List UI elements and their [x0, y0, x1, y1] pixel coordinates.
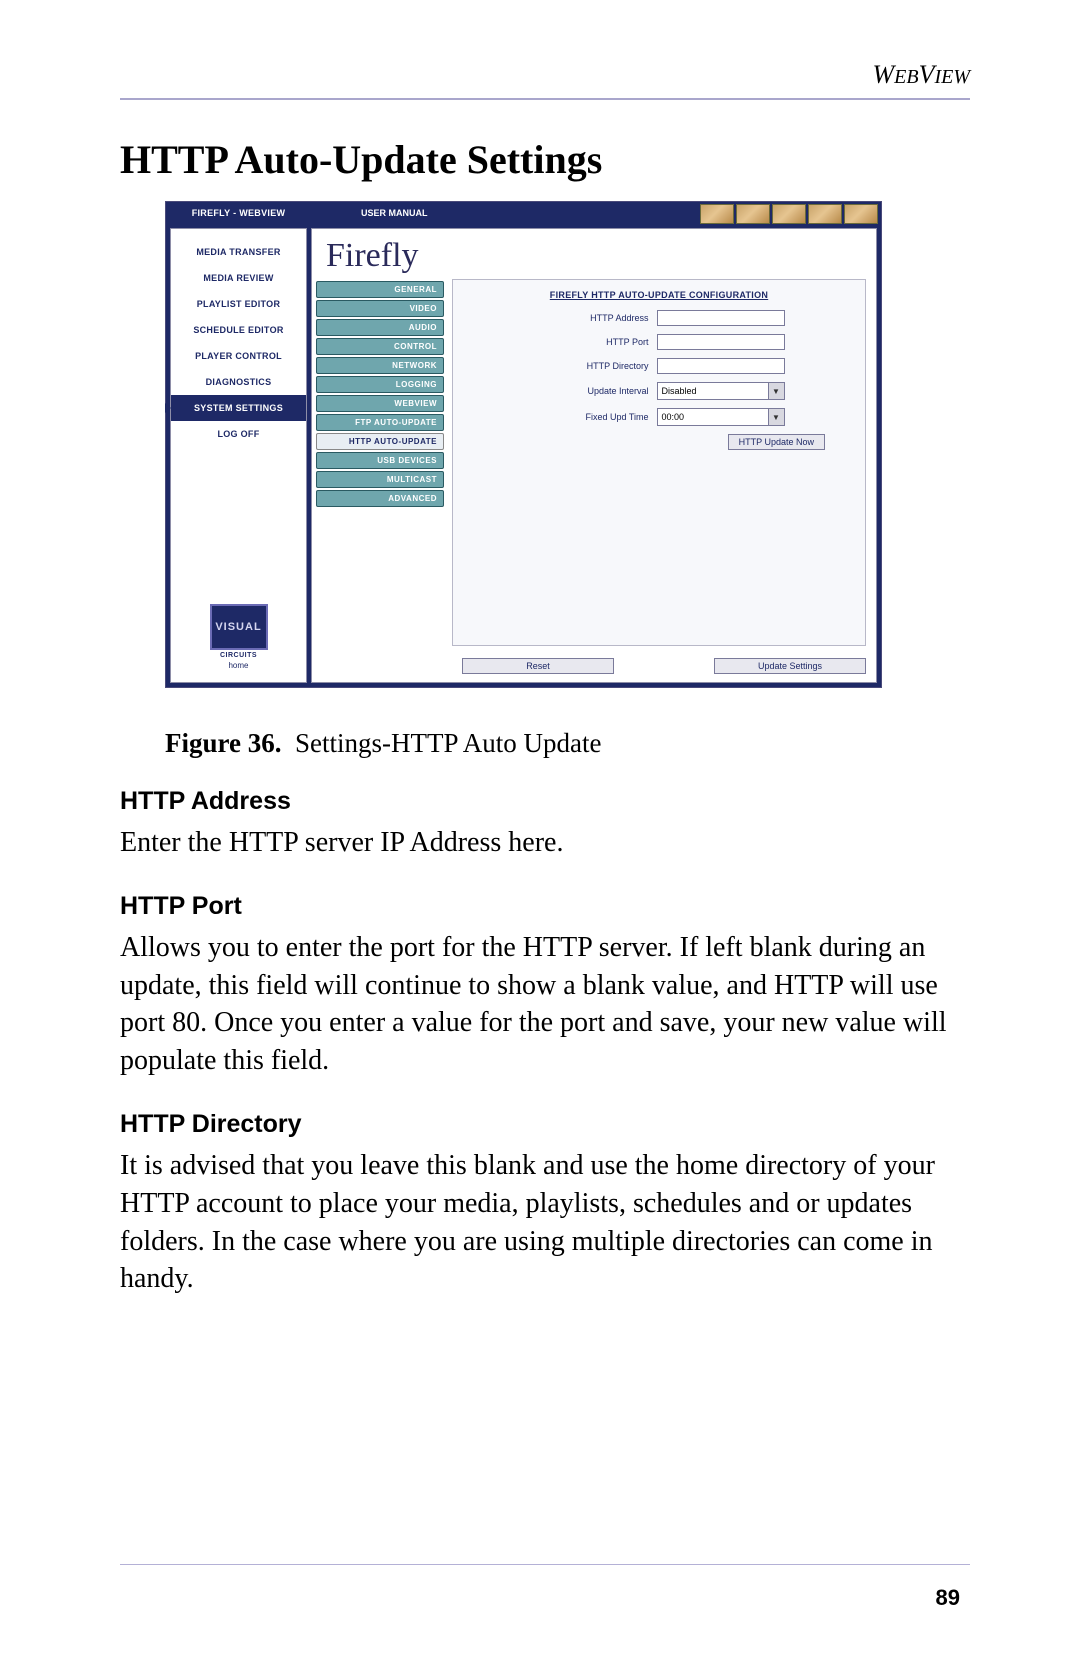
select-update-interval-value: Disabled — [662, 386, 697, 396]
para-http-address: Enter the HTTP server IP Address here. — [120, 824, 970, 862]
input-http-directory[interactable] — [657, 358, 785, 374]
subtab-advanced[interactable]: ADVANCED — [316, 490, 444, 507]
para-http-directory: It is advised that you leave this blank … — [120, 1147, 970, 1298]
label-fixed-upd-time: Fixed Upd Time — [534, 412, 649, 422]
input-http-port[interactable] — [657, 334, 785, 350]
logo-main: VISUAL — [210, 604, 268, 650]
sidebar-item-playlist-editor[interactable]: PLAYLIST EDITOR — [171, 291, 306, 317]
select-fixed-upd-time-value: 00:00 — [662, 412, 685, 422]
sidebar-item-system-settings[interactable]: SYSTEM SETTINGS — [171, 395, 306, 421]
footer-rule — [120, 1564, 970, 1565]
logo-sub: CIRCUITS — [210, 652, 268, 659]
subtab-control[interactable]: CONTROL — [316, 338, 444, 355]
running-header: WEBVIEW — [120, 60, 970, 90]
input-http-address[interactable] — [657, 310, 785, 326]
brand-name: Firefly — [326, 237, 419, 274]
subtab-http-auto-update[interactable]: HTTP AUTO-UPDATE — [316, 433, 444, 450]
form-title: FIREFLY HTTP AUTO-UPDATE CONFIGURATION — [467, 290, 851, 300]
http-update-now-button[interactable]: HTTP Update Now — [728, 434, 825, 450]
heading-http-directory: HTTP Directory — [120, 1110, 970, 1139]
page-number: 89 — [936, 1585, 960, 1611]
section-title: HTTP Auto-Update Settings — [120, 136, 970, 183]
heading-http-address: HTTP Address — [120, 787, 970, 816]
sidebar: MEDIA TRANSFER MEDIA REVIEW PLAYLIST EDI… — [170, 228, 307, 683]
sidebar-item-media-transfer[interactable]: MEDIA TRANSFER — [171, 239, 306, 265]
header-thumbnails — [697, 202, 881, 224]
visual-circuits-logo[interactable]: VISUAL CIRCUITS home — [210, 604, 268, 670]
subtab-general[interactable]: GENERAL — [316, 281, 444, 298]
figure-screenshot: FIREFLY - WEBVIEW USER MANUAL MEDIA TRAN… — [165, 201, 970, 688]
subtab-audio[interactable]: AUDIO — [316, 319, 444, 336]
subtab-video[interactable]: VIDEO — [316, 300, 444, 317]
main-panel: Firefly GENERAL VIDEO AUDIO CONTROL NETW… — [311, 228, 877, 683]
webview-app: FIREFLY - WEBVIEW USER MANUAL MEDIA TRAN… — [165, 201, 882, 688]
label-http-directory: HTTP Directory — [534, 361, 649, 371]
label-update-interval: Update Interval — [534, 386, 649, 396]
sidebar-item-diagnostics[interactable]: DIAGNOSTICS — [171, 369, 306, 395]
sidebar-item-player-control[interactable]: PLAYER CONTROL — [171, 343, 306, 369]
subtab-ftp-auto-update[interactable]: FTP AUTO-UPDATE — [316, 414, 444, 431]
header-rule — [120, 98, 970, 100]
heading-http-port: HTTP Port — [120, 892, 970, 921]
subtab-network[interactable]: NETWORK — [316, 357, 444, 374]
select-update-interval[interactable]: Disabled ▼ — [657, 382, 785, 400]
settings-subtabs: GENERAL VIDEO AUDIO CONTROL NETWORK LOGG… — [316, 279, 444, 646]
figure-text: Settings-HTTP Auto Update — [295, 728, 601, 758]
subtab-multicast[interactable]: MULTICAST — [316, 471, 444, 488]
subtab-webview[interactable]: WEBVIEW — [316, 395, 444, 412]
update-settings-button[interactable]: Update Settings — [714, 658, 866, 674]
subtab-logging[interactable]: LOGGING — [316, 376, 444, 393]
select-fixed-upd-time[interactable]: 00:00 ▼ — [657, 408, 785, 426]
form-footer: Reset Update Settings — [312, 652, 876, 682]
label-http-address: HTTP Address — [534, 313, 649, 323]
sidebar-item-schedule-editor[interactable]: SCHEDULE EDITOR — [171, 317, 306, 343]
para-http-port: Allows you to enter the port for the HTT… — [120, 929, 970, 1080]
figure-caption: Figure 36. Settings-HTTP Auto Update — [165, 728, 970, 759]
http-auto-update-form: FIREFLY HTTP AUTO-UPDATE CONFIGURATION H… — [452, 279, 866, 646]
sidebar-item-log-off[interactable]: LOG OFF — [171, 421, 306, 447]
user-manual-label: USER MANUAL — [311, 202, 697, 224]
subtab-usb-devices[interactable]: USB DEVICES — [316, 452, 444, 469]
chevron-down-icon: ▼ — [768, 409, 784, 425]
logo-home: home — [210, 661, 268, 670]
app-title: FIREFLY - WEBVIEW — [166, 202, 311, 224]
reset-button[interactable]: Reset — [462, 658, 614, 674]
label-http-port: HTTP Port — [534, 337, 649, 347]
sidebar-item-media-review[interactable]: MEDIA REVIEW — [171, 265, 306, 291]
chevron-down-icon: ▼ — [768, 383, 784, 399]
figure-label: Figure 36. — [165, 728, 282, 758]
